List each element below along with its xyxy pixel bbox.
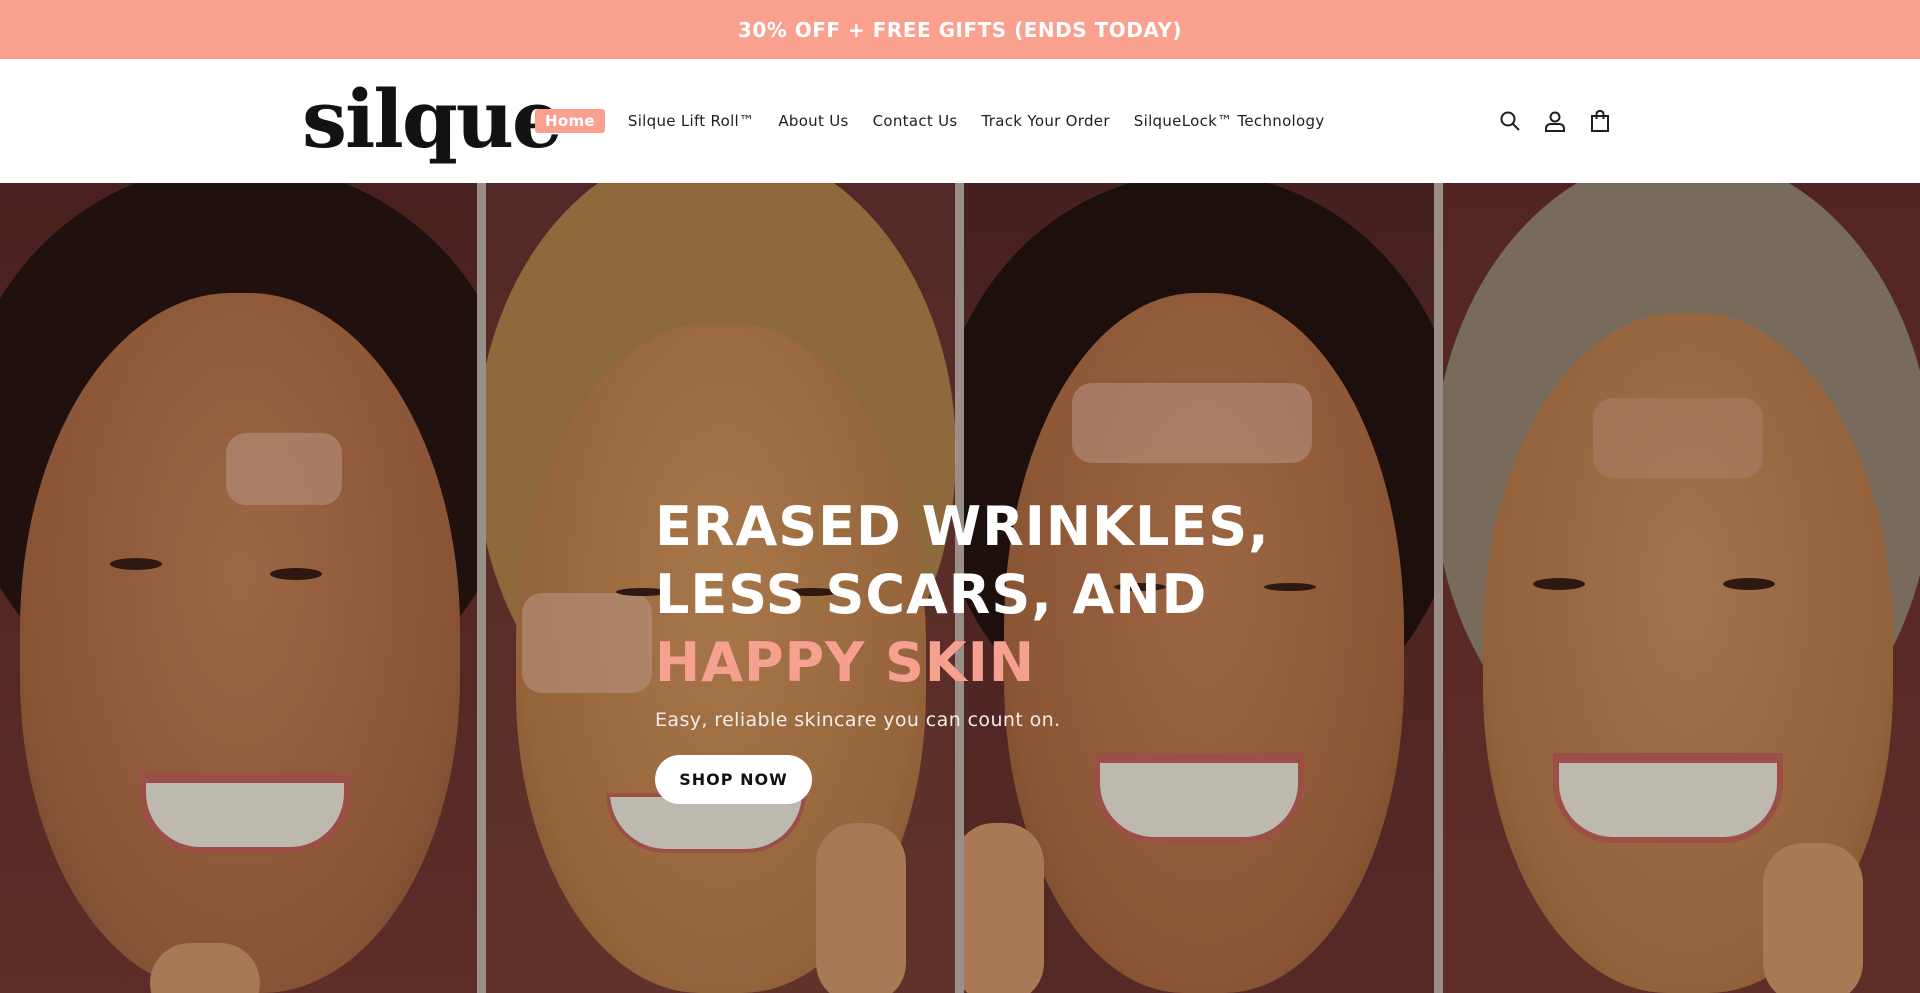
hero-subtitle: Easy, reliable skincare you can count on… (655, 709, 1061, 731)
search-icon (1500, 111, 1520, 131)
hero-title-accent: HAPPY SKIN (655, 631, 1036, 694)
nav-item-home[interactable]: Home (535, 109, 605, 133)
hero-title-line1: ERASED WRINKLES, (655, 495, 1270, 558)
hero-content: ERASED WRINKLES, LESS SCARS, AND HAPPY S… (655, 493, 1270, 804)
shop-now-button[interactable]: SHOP NOW (655, 755, 812, 804)
nav-item-silquelock[interactable]: SilqueLock™ Technology (1134, 112, 1325, 130)
nav-item-contact-us[interactable]: Contact Us (873, 112, 958, 130)
nav-item-about-us[interactable]: About Us (778, 112, 848, 130)
hero-title-line2: LESS SCARS, AND (655, 563, 1208, 626)
search-button[interactable] (1496, 107, 1524, 135)
nav-item-track-order[interactable]: Track Your Order (982, 112, 1110, 130)
cart-icon (1591, 109, 1609, 132)
hero-title: ERASED WRINKLES, LESS SCARS, AND HAPPY S… (655, 493, 1270, 697)
logo[interactable]: silque (302, 69, 563, 169)
header-icons (1496, 107, 1631, 135)
main-nav: Home Silque Lift Roll™ About Us Contact … (535, 109, 1349, 133)
hero-banner: ERASED WRINKLES, LESS SCARS, AND HAPPY S… (0, 183, 1920, 993)
announcement-text: 30% OFF + FREE GIFTS (ENDS TODAY) (737, 17, 1183, 42)
site-header: silque Home Silque Lift Roll™ About Us C… (0, 59, 1920, 183)
account-icon (1545, 111, 1565, 132)
nav-item-lift-roll[interactable]: Silque Lift Roll™ (628, 112, 754, 130)
announcement-bar: 30% OFF + FREE GIFTS (ENDS TODAY) (0, 0, 1920, 59)
account-button[interactable] (1541, 107, 1569, 135)
cart-button[interactable] (1586, 107, 1614, 135)
